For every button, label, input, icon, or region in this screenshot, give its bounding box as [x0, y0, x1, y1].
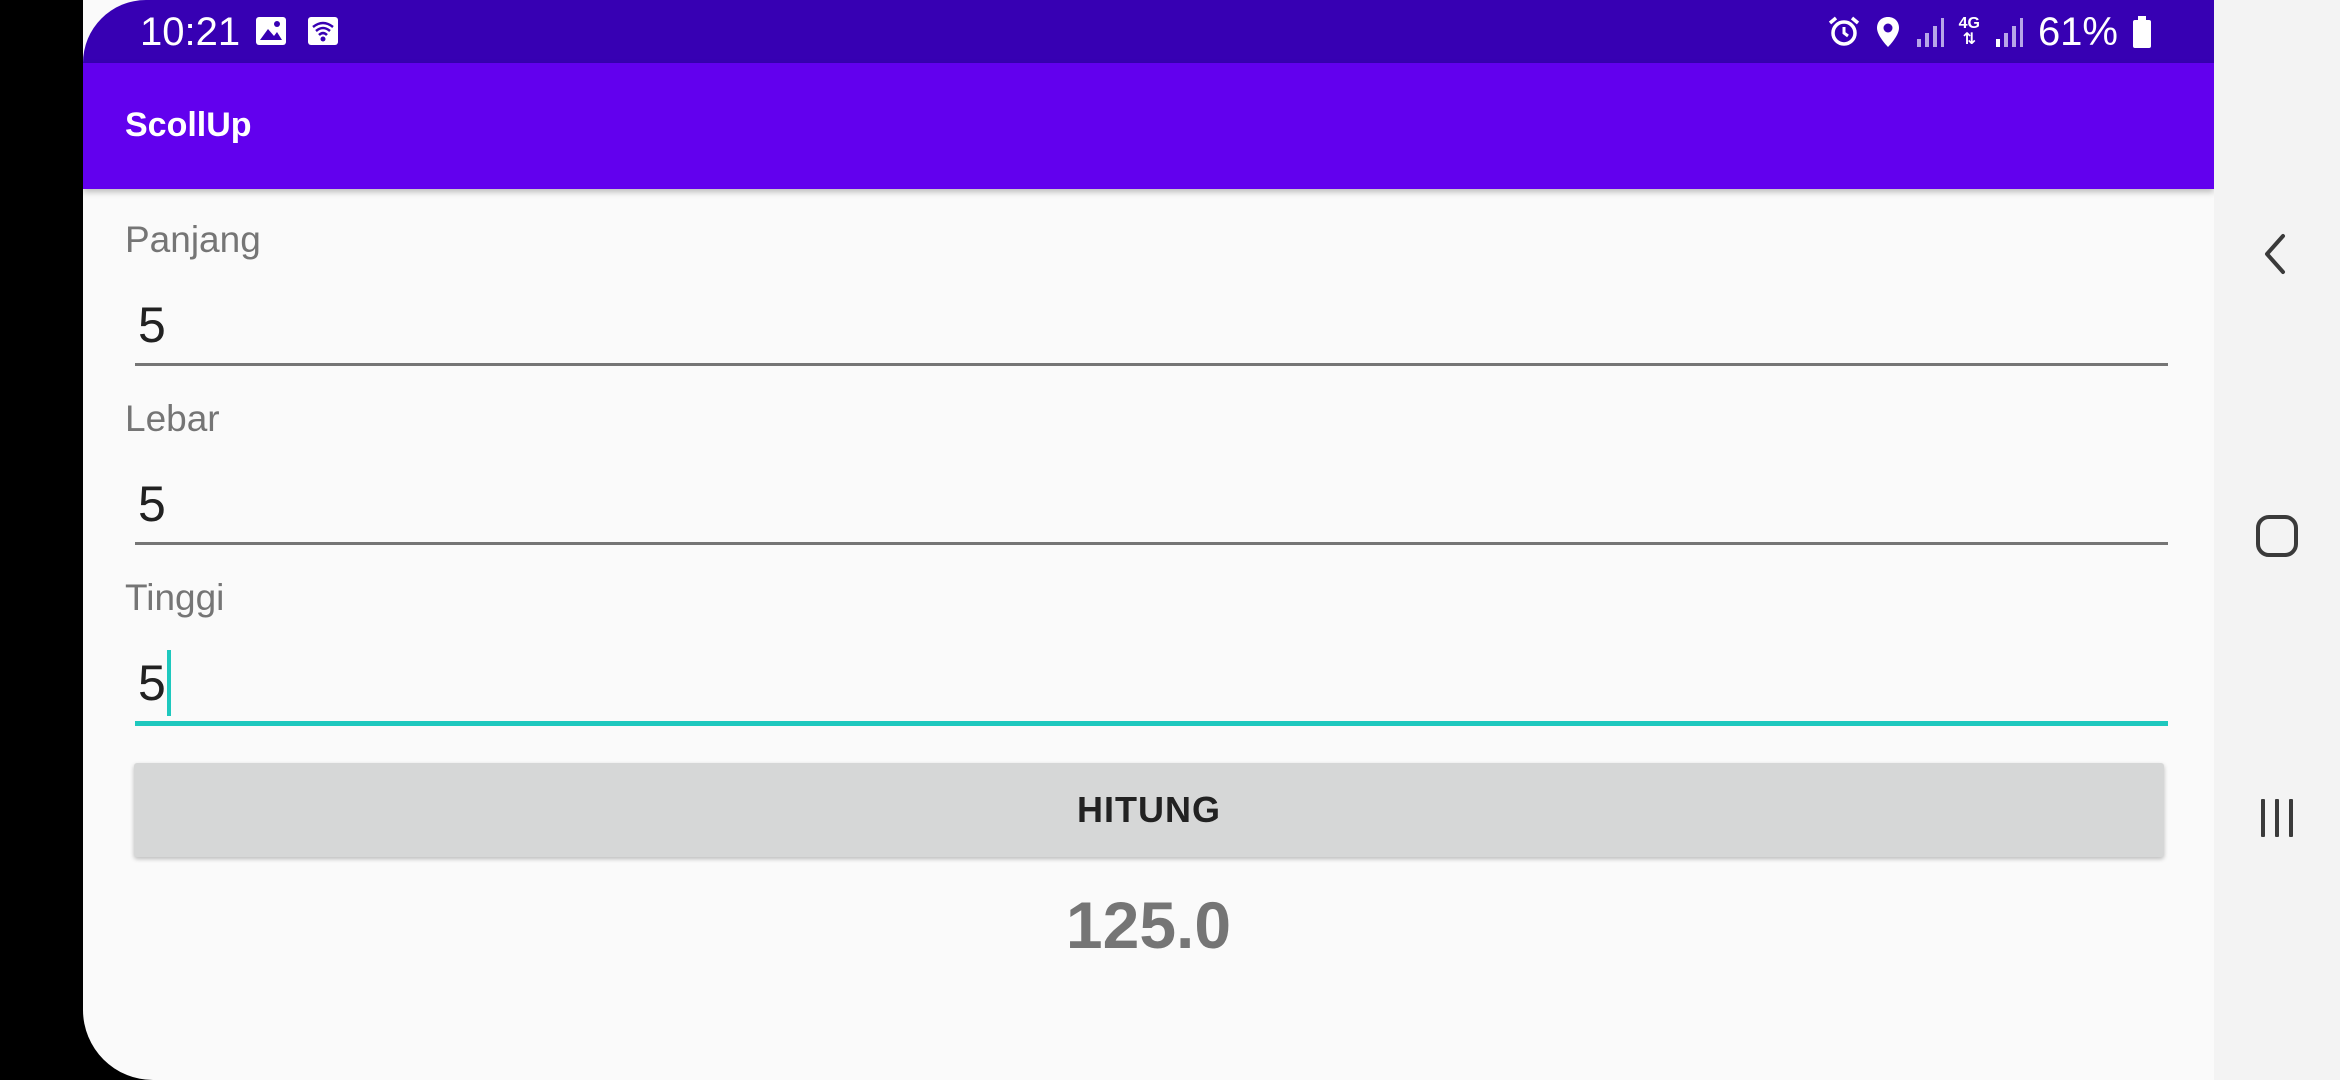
image-icon	[256, 17, 286, 45]
result-text: 125.0	[1065, 888, 1232, 962]
panjang-input[interactable]: 5	[135, 293, 2168, 366]
panjang-label: Panjang	[125, 219, 261, 260]
4g-data-icon: 4G ⇅	[1959, 16, 1980, 48]
panjang-value: 5	[138, 297, 166, 353]
wifi-hotspot-icon	[308, 17, 338, 45]
app-title: ScollUp	[125, 106, 252, 144]
signal-icon-2	[1995, 18, 2023, 47]
status-bar: 10:21 4G ⇅ 61%	[83, 0, 2214, 63]
alarm-icon	[1828, 16, 1859, 46]
recents-icon[interactable]	[2249, 790, 2305, 846]
battery-icon	[2133, 16, 2151, 48]
location-icon	[1876, 17, 1899, 47]
status-left-icons	[255, 16, 339, 46]
lebar-value: 5	[138, 476, 166, 532]
hitung-button[interactable]: HITUNG	[134, 763, 2164, 857]
lebar-input[interactable]: 5	[135, 472, 2168, 545]
battery-percent: 61%	[2037, 10, 2118, 54]
home-icon[interactable]	[2249, 508, 2305, 564]
navigation-bar	[2214, 0, 2340, 1080]
text-cursor	[166, 649, 171, 716]
signal-icon	[1916, 18, 1944, 47]
back-icon[interactable]	[2249, 226, 2305, 282]
network-label: 4G	[1958, 15, 1980, 32]
data-arrows: ⇅	[1962, 31, 1976, 48]
lebar-label: Lebar	[125, 398, 220, 439]
tinggi-value: 5	[138, 655, 166, 711]
status-right-group: 4G ⇅ 61%	[1827, 10, 2152, 54]
tinggi-input[interactable]: 5	[135, 649, 2168, 726]
tinggi-label: Tinggi	[125, 577, 225, 618]
status-time: 10:21	[140, 10, 241, 54]
app-bar: ScollUp	[83, 63, 2214, 189]
app-screen: 10:21 4G ⇅ 61% ScollUp Panjang 5 Lebar 5…	[83, 0, 2214, 1080]
